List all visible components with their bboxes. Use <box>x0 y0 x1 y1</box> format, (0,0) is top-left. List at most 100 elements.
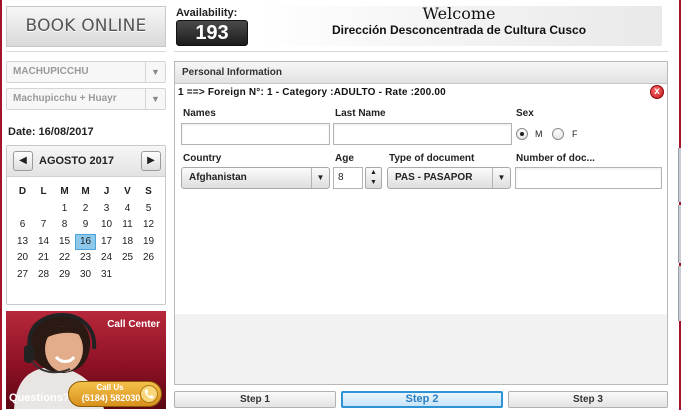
doc-type-select-value: PAS - PASAPOR <box>395 172 473 183</box>
names-label: Names <box>183 108 216 119</box>
calendar-day[interactable]: 9 <box>75 217 96 234</box>
calendar-day[interactable]: 3 <box>96 201 117 218</box>
calendar-day[interactable]: 24 <box>96 250 117 267</box>
availability-counter: 193 <box>176 20 248 46</box>
calendar-day[interactable]: 30 <box>75 267 96 284</box>
chevron-down-icon[interactable]: ▼ <box>145 62 165 82</box>
doc-number-input[interactable] <box>515 167 662 189</box>
questions-label: Questions? <box>9 392 70 404</box>
names-input[interactable] <box>181 123 330 145</box>
sidebar-divider <box>6 51 166 52</box>
calendar-day[interactable]: 23 <box>75 250 96 267</box>
calendar-day[interactable]: 26 <box>138 250 159 267</box>
page-border-left <box>0 0 2 410</box>
sex-label: Sex <box>516 108 534 119</box>
remove-passenger-button[interactable]: x <box>650 85 664 99</box>
calendar-day[interactable]: 12 <box>138 217 159 234</box>
phone-icon <box>140 385 158 403</box>
calendar-month-title: AGOSTO 2017 <box>39 155 114 167</box>
country-label: Country <box>183 153 222 164</box>
calendar-day[interactable]: 22 <box>54 250 75 267</box>
chevron-down-icon[interactable]: ▼ <box>145 89 165 109</box>
chevron-down-icon[interactable]: ▼ <box>311 168 329 188</box>
calendar-day[interactable]: 4 <box>117 201 138 218</box>
calendar-day[interactable]: 25 <box>117 250 138 267</box>
calendar-day[interactable]: 19 <box>138 234 159 251</box>
calendar-grid: D L M M J V S 1 2 3 4 5 6 7 8 9 10 11 12 13 14 15 16 17 18 19 20 21… <box>12 184 162 283</box>
header-divider <box>174 51 668 52</box>
prev-month-button[interactable]: ◀ <box>13 151 33 171</box>
sex-f-radio[interactable] <box>552 128 564 140</box>
doc-type-label: Type of document <box>389 153 475 164</box>
sex-m-radio[interactable] <box>516 128 528 140</box>
calendar-day[interactable]: 18 <box>117 234 138 251</box>
calendar-day[interactable]: 28 <box>33 267 54 284</box>
calendar-day[interactable]: 2 <box>75 201 96 218</box>
calendar-day[interactable]: 5 <box>138 201 159 218</box>
last-name-input[interactable] <box>333 123 512 145</box>
calendar-day[interactable]: 8 <box>54 217 75 234</box>
calendar-day[interactable]: 16 <box>75 233 96 250</box>
site-select-value: MACHUPICCHU <box>13 66 89 77</box>
route-select[interactable]: Machupicchu + Huayr ▼ <box>6 88 166 110</box>
step-2-button[interactable]: Step 2 <box>341 391 503 408</box>
calendar-day[interactable]: 1 <box>54 201 75 218</box>
sex-f-label: F <box>572 129 578 139</box>
site-select[interactable]: MACHUPICCHU ▼ <box>6 61 166 83</box>
step-1-button[interactable]: Step 1 <box>174 391 336 408</box>
availability-label: Availability: <box>176 7 238 19</box>
call-us-button[interactable]: Call Us (5184) 582030 <box>68 381 162 407</box>
calendar-day[interactable]: 14 <box>33 234 54 251</box>
triangle-right-icon: ▶ <box>147 155 155 166</box>
doc-type-select[interactable]: PAS - PASAPOR ▼ <box>387 167 511 189</box>
calendar-day[interactable]: 6 <box>12 217 33 234</box>
calendar: ◀ AGOSTO 2017 ▶ D L M M J V S 1 2 3 4 5 6 7 8 9 10 11 12 13… <box>6 145 166 305</box>
calendar-day[interactable]: 11 <box>117 217 138 234</box>
calendar-day[interactable]: 15 <box>54 234 75 251</box>
panel-title: Personal Information <box>175 62 667 84</box>
calendar-header: ◀ AGOSTO 2017 ▶ <box>7 146 165 177</box>
step-3-button[interactable]: Step 3 <box>508 391 668 408</box>
date-label: Date: 16/08/2017 <box>8 126 94 138</box>
triangle-left-icon: ◀ <box>19 155 27 166</box>
calendar-week-row: 27 28 29 30 31 <box>12 267 162 284</box>
book-online-logo: BOOK ONLINE <box>6 6 166 47</box>
route-select-value: Machupicchu + Huayr <box>13 93 117 104</box>
sex-m-label: M <box>535 129 543 139</box>
calendar-weekday: J <box>103 186 110 197</box>
calendar-weekday: S <box>145 186 152 197</box>
calendar-weekday: M <box>81 186 90 197</box>
calendar-day[interactable]: 13 <box>12 234 33 251</box>
age-stepper[interactable]: ▲ ▼ <box>365 167 382 189</box>
close-icon: x <box>654 86 660 97</box>
decrement-icon[interactable]: ▼ <box>366 178 381 188</box>
calendar-week-row: 20 21 22 23 24 25 26 <box>12 250 162 267</box>
calendar-day[interactable]: 17 <box>96 234 117 251</box>
calendar-day[interactable]: 21 <box>33 250 54 267</box>
calendar-day[interactable]: 31 <box>96 267 117 284</box>
header-banner: Welcome Dirección Desconcentrada de Cult… <box>256 4 662 46</box>
calendar-day[interactable]: 27 <box>12 267 33 284</box>
call-us-label: Call Us <box>96 383 124 392</box>
calendar-day[interactable]: 7 <box>33 217 54 234</box>
country-select[interactable]: Afghanistan ▼ <box>181 167 330 189</box>
calendar-day[interactable]: 29 <box>54 267 75 284</box>
passenger-summary: 1 ==> Foreign N°: 1 - Category :ADULTO -… <box>178 87 446 98</box>
welcome-title: Welcome <box>422 4 496 23</box>
calendar-weekday: V <box>124 186 131 197</box>
increment-icon[interactable]: ▲ <box>366 168 381 178</box>
country-select-value: Afghanistan <box>189 172 247 183</box>
age-input[interactable]: 8 <box>333 167 363 189</box>
chevron-down-icon[interactable]: ▼ <box>492 168 510 188</box>
calendar-empty-cell <box>33 201 54 218</box>
calendar-weekday: L <box>40 186 47 197</box>
calendar-day[interactable]: 10 <box>96 217 117 234</box>
calendar-week-row: 13 14 15 16 17 18 19 <box>12 233 162 251</box>
next-month-button[interactable]: ▶ <box>141 151 161 171</box>
panel-empty-area <box>175 314 667 384</box>
age-label: Age <box>335 153 354 164</box>
calendar-day[interactable]: 20 <box>12 250 33 267</box>
call-center-banner[interactable]: Call Center Questions? Call Us (5184) 58… <box>6 311 166 409</box>
calendar-weekday: D <box>18 186 27 197</box>
calendar-empty-cell <box>12 201 33 218</box>
